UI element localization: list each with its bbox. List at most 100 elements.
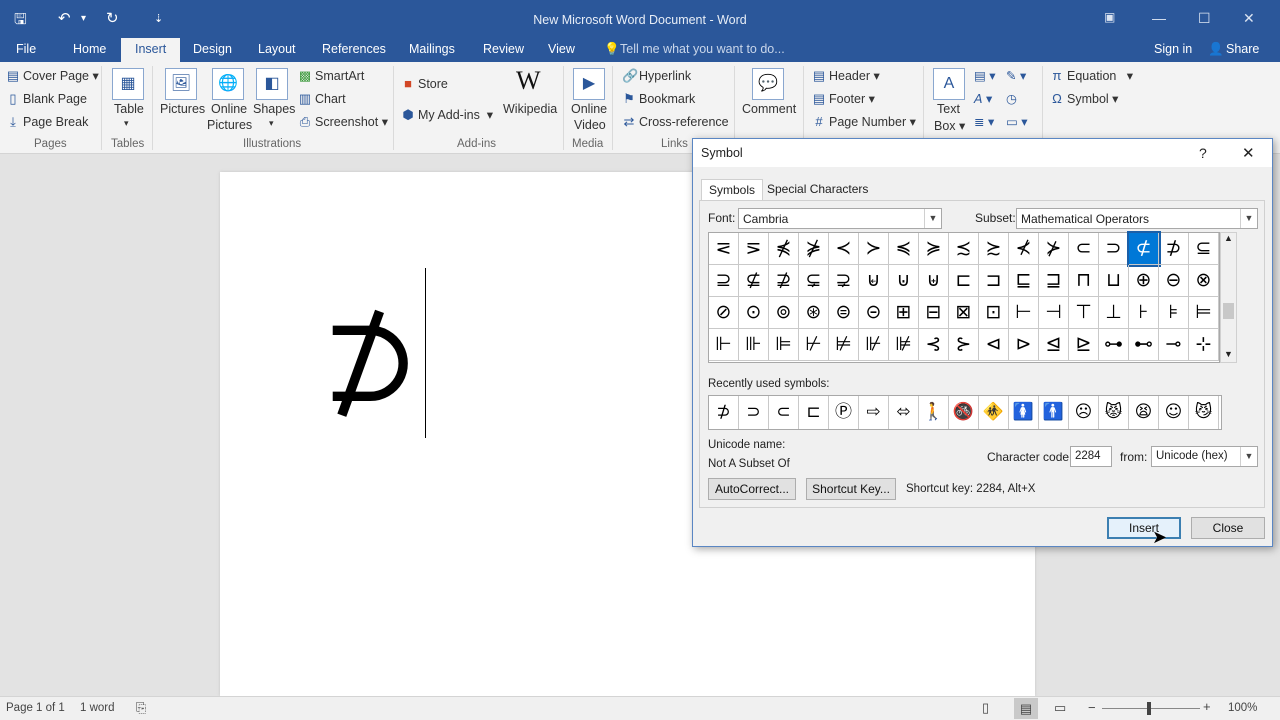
symbol-cell[interactable]: ⊧ — [1159, 297, 1189, 329]
symbol-cell[interactable]: ⊘ — [709, 297, 739, 329]
recent-symbol-cell[interactable]: ⊃ — [739, 396, 769, 429]
symbol-cell[interactable]: ⊀ — [1009, 233, 1039, 265]
recent-symbol-cell[interactable]: Ⓟ — [829, 396, 859, 429]
symbol-cell[interactable]: ⊔ — [1099, 265, 1129, 297]
wordart-icon[interactable]: 𝘈 ▾ — [974, 91, 992, 106]
symbol-cell[interactable]: ⊩ — [709, 329, 739, 361]
symbol-cell[interactable]: ⋠ — [769, 233, 799, 265]
tab-file[interactable]: File — [16, 42, 36, 56]
symbol-cell[interactable]: ⋡ — [799, 233, 829, 265]
symbol-cell[interactable]: ⊐ — [979, 265, 1009, 297]
symbol-cell[interactable]: ≼ — [889, 233, 919, 265]
sign-in-link[interactable]: Sign in — [1154, 42, 1192, 56]
tab-design[interactable]: Design — [193, 42, 232, 56]
scrollbar-thumb[interactable] — [1223, 303, 1234, 319]
pictures-icon[interactable]: 🖼 — [165, 68, 197, 100]
symbol-cell[interactable]: ⊚ — [769, 297, 799, 329]
my-addins-button[interactable]: ⬢ My Add-ins ▾ — [401, 107, 493, 123]
zoom-slider[interactable] — [1102, 708, 1200, 709]
chart-button[interactable]: ▥ Chart — [298, 91, 346, 107]
online-pictures-icon[interactable]: 🌐 — [212, 68, 244, 100]
from-dropdown[interactable]: Unicode (hex) ▼ — [1151, 446, 1258, 467]
page-count[interactable]: Page 1 of 1 — [6, 702, 65, 714]
screenshot-button[interactable]: ⎙ Screenshot ▾ — [298, 114, 388, 130]
symbol-cell[interactable]: ≻ — [859, 233, 889, 265]
symbol-cell[interactable]: ≽ — [919, 233, 949, 265]
symbol-cell[interactable]: ⊣ — [1039, 297, 1069, 329]
shortcut-key-button[interactable]: Shortcut Key... — [806, 478, 896, 500]
symbol-cell[interactable]: ⊹ — [1189, 329, 1219, 361]
symbol-cell[interactable]: ⊂ — [1069, 233, 1099, 265]
symbol-cell[interactable]: ⊈ — [739, 265, 769, 297]
wikipedia-button[interactable]: Wikipedia — [503, 102, 557, 116]
tab-symbols[interactable]: Symbols — [701, 179, 764, 201]
tab-review[interactable]: Review — [483, 42, 524, 56]
symbol-cell[interactable]: ⊲ — [979, 329, 1009, 361]
char-code-input[interactable]: 2284 — [1070, 446, 1112, 467]
symbol-cell[interactable]: ⊥ — [1099, 297, 1129, 329]
symbol-cell[interactable]: ⊉ — [769, 265, 799, 297]
symbol-cell[interactable]: ⊍ — [889, 265, 919, 297]
symbol-cell[interactable]: ≺ — [829, 233, 859, 265]
symbol-cell[interactable]: ⊴ — [1039, 329, 1069, 361]
symbol-cell[interactable]: ⊦ — [1129, 297, 1159, 329]
zoom-in-icon[interactable]: + — [1203, 699, 1211, 714]
page-number-button[interactable]: # Page Number ▾ — [812, 114, 916, 129]
minimize-button[interactable]: — — [1152, 10, 1166, 26]
symbol-cell[interactable]: ⊨ — [1189, 297, 1219, 329]
symbol-cell[interactable]: ⊆ — [1189, 233, 1219, 265]
symbol-cell[interactable]: ⊯ — [889, 329, 919, 361]
table-button[interactable]: Table — [114, 102, 144, 116]
share-icon[interactable]: 👤 — [1208, 42, 1224, 57]
cover-page-button[interactable]: ▤ Cover Page ▾ — [6, 68, 99, 84]
wikipedia-icon[interactable]: W — [516, 66, 541, 96]
recent-symbol-cell[interactable]: ⊅ — [709, 396, 739, 429]
help-icon[interactable]: ? — [1199, 145, 1207, 161]
smartart-button[interactable]: ▩ SmartArt — [298, 68, 364, 84]
recent-symbol-cell[interactable]: 🚺 — [1009, 396, 1039, 429]
zoom-slider-thumb[interactable] — [1147, 702, 1151, 715]
quick-parts-icon[interactable]: ▤ ▾ — [974, 68, 996, 83]
recent-symbol-cell[interactable]: 🚳 — [949, 396, 979, 429]
symbol-cell[interactable]: ⊏ — [949, 265, 979, 297]
symbol-cell[interactable]: ⊵ — [1069, 329, 1099, 361]
shapes-icon[interactable]: ◧ — [256, 68, 288, 100]
symbol-cell[interactable]: ⊰ — [919, 329, 949, 361]
share-button[interactable]: Share — [1226, 42, 1259, 56]
tab-references[interactable]: References — [322, 42, 386, 56]
symbol-cell[interactable]: ⊡ — [979, 297, 1009, 329]
symbol-cell[interactable]: ⊭ — [829, 329, 859, 361]
tab-mailings[interactable]: Mailings — [409, 42, 455, 56]
symbol-cell[interactable]: ⊒ — [1039, 265, 1069, 297]
zoom-level[interactable]: 100% — [1228, 702, 1257, 714]
symbol-cell[interactable]: ⊅ — [1159, 233, 1189, 265]
symbol-cell[interactable]: ⊢ — [1009, 297, 1039, 329]
online-video-button[interactable]: Online — [571, 102, 607, 116]
recent-symbol-cell[interactable]: ⬄ — [889, 396, 919, 429]
blank-page-button[interactable]: ▯ Blank Page — [6, 91, 87, 107]
symbol-cell[interactable]: ⊠ — [949, 297, 979, 329]
zoom-out-icon[interactable]: − — [1088, 700, 1096, 715]
symbol-cell[interactable]: ⊌ — [859, 265, 889, 297]
text-box-icon[interactable]: A — [933, 68, 965, 100]
symbol-cell[interactable]: ⊤ — [1069, 297, 1099, 329]
symbol-grid-scrollbar[interactable]: ▲ ▼ — [1220, 232, 1237, 363]
symbol-cell[interactable]: ⊇ — [709, 265, 739, 297]
recent-symbol-cell[interactable]: ⇨ — [859, 396, 889, 429]
recent-symbol-cell[interactable]: ⊂ — [769, 396, 799, 429]
font-dropdown[interactable]: Cambria ▼ — [738, 208, 942, 229]
symbol-cell[interactable]: ⊙ — [739, 297, 769, 329]
shapes-dropdown-icon[interactable]: ▾ — [269, 118, 274, 129]
symbol-button[interactable]: Ω Symbol ▾ — [1050, 91, 1118, 106]
subset-dropdown[interactable]: Mathematical Operators ▼ — [1016, 208, 1258, 229]
symbol-cell[interactable]: ⊊ — [799, 265, 829, 297]
proofing-icon[interactable]: ⎘ — [136, 700, 146, 716]
recent-symbol-cell[interactable]: 🚸 — [979, 396, 1009, 429]
recent-symbol-cell[interactable]: 😼 — [1189, 396, 1219, 429]
insert-button[interactable]: Insert — [1107, 517, 1181, 539]
web-layout-icon[interactable]: ▭ — [1054, 700, 1066, 716]
date-time-icon[interactable]: ◷ — [1006, 91, 1017, 106]
table-icon[interactable]: ▦ — [112, 68, 144, 100]
recent-symbol-cell[interactable]: ☺ — [1159, 396, 1189, 429]
symbol-cell[interactable]: ⊪ — [739, 329, 769, 361]
